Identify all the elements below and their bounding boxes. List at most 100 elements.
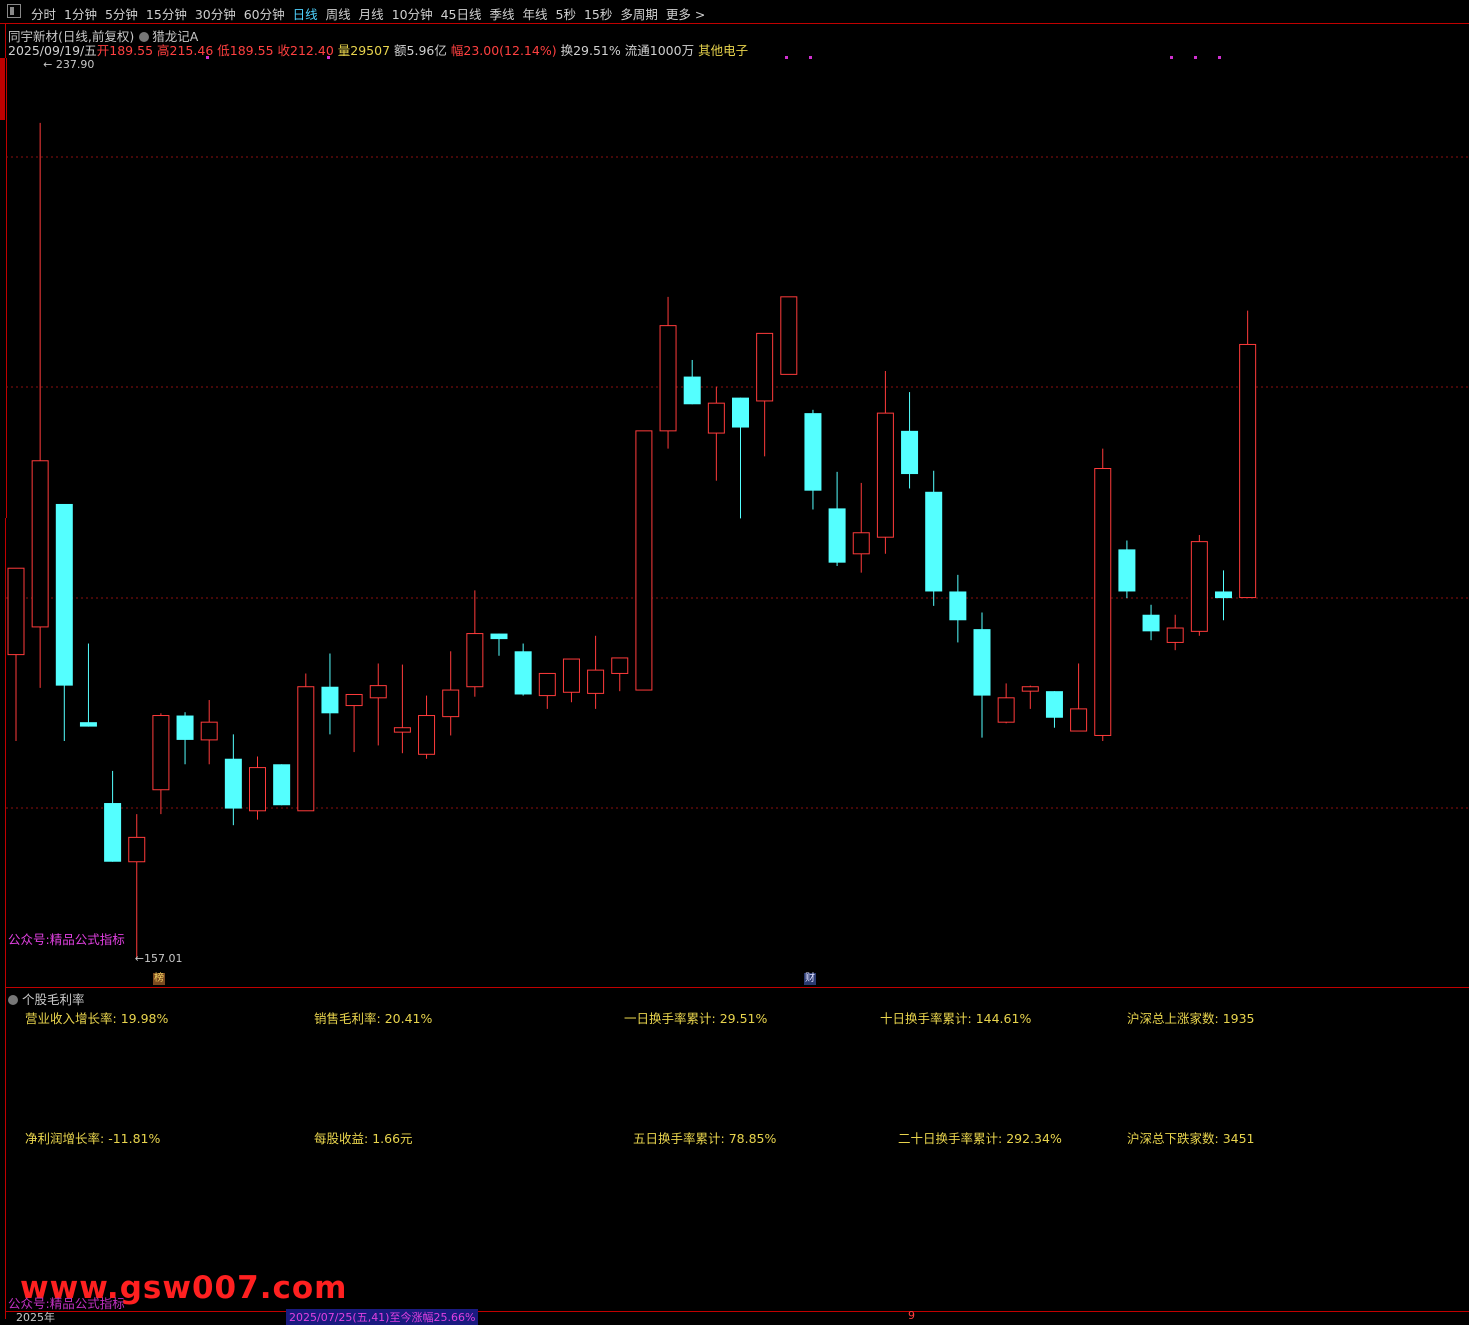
period-tab-15[interactable]: 多周期 bbox=[616, 4, 662, 23]
candle-body-49[interactable] bbox=[1190, 541, 1208, 632]
stat-advancers: 沪深总上涨家数: 1935 bbox=[1127, 1008, 1255, 1027]
candle-body-28[interactable] bbox=[683, 376, 701, 405]
candle-body-11[interactable] bbox=[273, 764, 291, 806]
stat-gross-margin: 销售毛利率: 20.41% bbox=[314, 1008, 432, 1027]
candle-body-9[interactable] bbox=[224, 758, 242, 809]
candle-body-2[interactable] bbox=[55, 503, 73, 686]
candle-body-44[interactable] bbox=[1070, 708, 1088, 732]
period-tab-12[interactable]: 年线 bbox=[519, 4, 552, 23]
candle-body-43[interactable] bbox=[1045, 691, 1063, 718]
candle-body-48[interactable] bbox=[1166, 627, 1184, 643]
period-tab-11[interactable]: 季线 bbox=[486, 4, 519, 23]
candle-body-15[interactable] bbox=[369, 685, 387, 699]
sub-panel-title[interactable]: 个股毛利率 bbox=[22, 992, 85, 1007]
candle-body-18[interactable] bbox=[442, 689, 460, 718]
candle-body-17[interactable] bbox=[418, 715, 436, 755]
candle-body-6[interactable] bbox=[152, 715, 170, 791]
sidebar-toggle-icon[interactable] bbox=[7, 4, 21, 18]
candle-body-33[interactable] bbox=[804, 413, 822, 491]
signal-marker-2 bbox=[785, 56, 788, 59]
candle-body-41[interactable] bbox=[997, 697, 1015, 723]
candle-body-37[interactable] bbox=[901, 430, 919, 475]
candle-body-50[interactable] bbox=[1215, 591, 1232, 599]
candle-body-45[interactable] bbox=[1094, 468, 1112, 736]
candle-body-34[interactable] bbox=[828, 508, 846, 563]
stat-turnover-1d: 一日换手率累计: 29.51% bbox=[624, 1008, 767, 1027]
candle-body-13[interactable] bbox=[321, 686, 339, 714]
candle-body-51[interactable] bbox=[1239, 343, 1257, 599]
period-tab-10[interactable]: 45日线 bbox=[437, 4, 486, 23]
period-tab-9[interactable]: 10分钟 bbox=[388, 4, 437, 23]
period-tab-14[interactable]: 15秒 bbox=[580, 4, 616, 23]
candle-body-24[interactable] bbox=[587, 669, 605, 694]
candle-body-5[interactable] bbox=[128, 836, 146, 863]
period-tab-1[interactable]: 1分钟 bbox=[60, 4, 101, 23]
sub-panel-header: 个股毛利率 bbox=[8, 989, 85, 1008]
candle-body-26[interactable] bbox=[635, 430, 653, 691]
candle-body-12[interactable] bbox=[297, 686, 315, 812]
candle-body-20[interactable] bbox=[490, 633, 508, 640]
stat-net-profit-growth: 净利润增长率: -11.81% bbox=[25, 1128, 160, 1147]
signal-marker-4 bbox=[1170, 56, 1173, 59]
candle-body-14[interactable] bbox=[345, 693, 363, 707]
candle-body-7[interactable] bbox=[176, 715, 194, 740]
period-tab-5[interactable]: 60分钟 bbox=[240, 4, 289, 23]
candle-body-39[interactable] bbox=[949, 591, 967, 621]
candle-body-31[interactable] bbox=[756, 332, 774, 402]
candle-body-35[interactable] bbox=[852, 532, 870, 555]
stat-turnover-20d: 二十日换手率累计: 292.34% bbox=[898, 1128, 1062, 1147]
period-tab-16[interactable]: 更多 > bbox=[662, 4, 709, 23]
stat-value: 3451 bbox=[1222, 1131, 1255, 1146]
candle-body-22[interactable] bbox=[538, 672, 556, 697]
low-price-marker: ←157.01 bbox=[135, 952, 183, 965]
candle-body-30[interactable] bbox=[732, 397, 749, 428]
stat-decliners: 沪深总下跌家数: 3451 bbox=[1127, 1128, 1255, 1147]
candlestick-chart[interactable]: ← 237.90 ←157.01 bbox=[0, 52, 1469, 987]
candle-body-10[interactable] bbox=[249, 767, 266, 812]
candle-body-19[interactable] bbox=[466, 633, 484, 688]
stat-label: 五日换手率累计: bbox=[633, 1131, 725, 1146]
signal-marker-3 bbox=[809, 56, 812, 59]
ranking-badge[interactable]: 榜 bbox=[153, 973, 165, 985]
period-tab-4[interactable]: 30分钟 bbox=[191, 4, 240, 23]
candle-body-8[interactable] bbox=[200, 721, 218, 741]
candle-body-3[interactable] bbox=[79, 722, 97, 727]
period-tab-3[interactable]: 15分钟 bbox=[142, 4, 191, 23]
candle-body-0[interactable] bbox=[7, 567, 25, 656]
stat-label: 一日换手率累计: bbox=[624, 1011, 716, 1026]
stat-label: 沪深总上涨家数: bbox=[1127, 1011, 1219, 1026]
stat-label: 十日换手率累计: bbox=[880, 1011, 972, 1026]
stat-turnover-5d: 五日换手率累计: 78.85% bbox=[633, 1128, 776, 1147]
finance-badge[interactable]: 财 bbox=[804, 973, 816, 985]
candle-body-1[interactable] bbox=[31, 460, 49, 628]
candle-body-25[interactable] bbox=[611, 657, 629, 674]
period-tab-0[interactable]: 分时 bbox=[27, 4, 60, 23]
period-tab-6[interactable]: 日线 bbox=[289, 4, 322, 23]
candle-body-47[interactable] bbox=[1142, 614, 1160, 632]
candle-body-23[interactable] bbox=[562, 658, 580, 693]
candle-body-42[interactable] bbox=[1021, 686, 1039, 692]
stat-eps: 每股收益: 1.66元 bbox=[314, 1128, 413, 1147]
stat-value: 144.61% bbox=[975, 1011, 1032, 1026]
candle-body-27[interactable] bbox=[659, 325, 677, 432]
candle-body-4[interactable] bbox=[104, 803, 122, 862]
time-axis-tick: 9 bbox=[908, 1309, 915, 1322]
candle-body-36[interactable] bbox=[876, 412, 894, 538]
candle-body-21[interactable] bbox=[514, 651, 532, 695]
candle-body-46[interactable] bbox=[1118, 549, 1136, 592]
period-tab-2[interactable]: 5分钟 bbox=[101, 4, 142, 23]
candle-body-32[interactable] bbox=[780, 296, 798, 375]
period-tab-7[interactable]: 周线 bbox=[322, 4, 355, 23]
candle-body-40[interactable] bbox=[973, 629, 991, 696]
period-tab-13[interactable]: 5秒 bbox=[552, 4, 580, 23]
stat-label: 销售毛利率: bbox=[314, 1011, 381, 1026]
candle-body-29[interactable] bbox=[707, 402, 725, 434]
sub-panel-menu-icon[interactable] bbox=[8, 995, 18, 1005]
candle-body-38[interactable] bbox=[925, 491, 943, 592]
candle-body-16[interactable] bbox=[393, 727, 411, 733]
stat-turnover-10d: 十日换手率累计: 144.61% bbox=[880, 1008, 1031, 1027]
range-change-stat: 2025/07/25(五,41)至今涨幅25.66% bbox=[286, 1309, 479, 1325]
time-axis-year: 2025年 bbox=[16, 1311, 55, 1324]
stat-label: 每股收益: bbox=[314, 1131, 369, 1146]
period-tab-8[interactable]: 月线 bbox=[355, 4, 388, 23]
